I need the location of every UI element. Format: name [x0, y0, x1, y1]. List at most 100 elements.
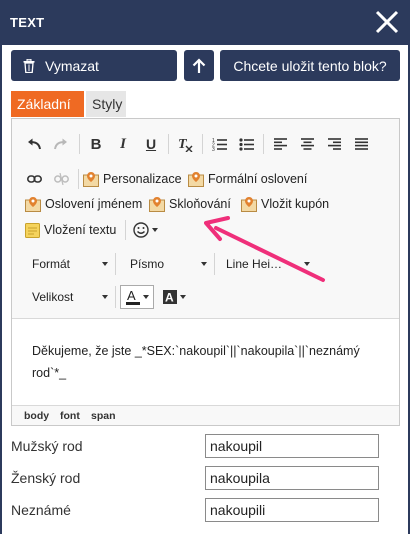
align-center-icon — [300, 138, 314, 150]
bullet-list-icon — [238, 138, 254, 151]
undo-button[interactable] — [24, 134, 44, 154]
personalization-icon — [188, 172, 204, 187]
chevron-down-icon — [304, 262, 310, 266]
personalization-icon — [149, 197, 165, 212]
link-icon — [26, 175, 42, 183]
background-color-button[interactable]: A — [159, 287, 189, 307]
bullet-list-button[interactable] — [236, 134, 256, 154]
align-left-button[interactable] — [270, 134, 290, 154]
justify-button[interactable] — [351, 134, 371, 154]
emoji-button[interactable] — [130, 220, 160, 240]
align-right-icon — [327, 138, 341, 150]
toolbar-separator — [115, 286, 116, 308]
unknown-label: Neznámé — [11, 502, 71, 518]
personalization-icon — [241, 197, 257, 212]
tab-basic[interactable]: Základní — [11, 91, 84, 117]
toolbar-separator — [202, 134, 203, 154]
align-right-button[interactable] — [324, 134, 344, 154]
italic-button[interactable]: I — [113, 134, 133, 154]
panel-title: TEXT — [10, 15, 45, 30]
bold-button[interactable]: B — [86, 134, 106, 154]
editor-content[interactable]: Děkujeme, že jste _*SEX:`nakoupil`||`nak… — [12, 320, 399, 405]
unlink-icon — [53, 173, 69, 185]
clear-button[interactable]: Vymazat — [11, 50, 177, 81]
declension-button[interactable]: Skloňování — [149, 194, 231, 214]
numbered-list-icon: 123 — [212, 138, 227, 151]
align-left-icon — [273, 138, 287, 150]
smiley-icon — [132, 222, 149, 238]
chevron-down-icon — [102, 295, 108, 299]
trash-icon — [23, 58, 35, 73]
numbered-list-button[interactable]: 123 — [209, 134, 229, 154]
text-color-button[interactable]: A — [120, 285, 154, 309]
note-icon — [25, 222, 40, 238]
svg-text:A: A — [127, 289, 136, 303]
clear-button-label: Vymazat — [45, 57, 99, 74]
insert-coupon-button[interactable]: Vložit kupón — [241, 194, 329, 214]
unknown-input[interactable] — [205, 498, 379, 522]
greeting-by-name-label: Oslovení jménem — [45, 197, 143, 211]
elements-path: body font span — [12, 405, 399, 425]
font-dropdown-label: Písmo — [130, 257, 165, 271]
path-item-span[interactable]: span — [91, 410, 116, 422]
male-input[interactable] — [205, 434, 379, 458]
font-dropdown[interactable]: Písmo — [119, 253, 209, 275]
background-color-icon: A — [162, 290, 177, 305]
text-color-icon: A — [125, 289, 140, 305]
svg-text:T: T — [178, 137, 188, 152]
female-label: Ženský rod — [11, 470, 81, 486]
female-input[interactable] — [205, 466, 379, 490]
chevron-down-icon — [179, 295, 186, 299]
chevron-down-icon — [151, 228, 158, 232]
save-block-button[interactable]: Chcete uložit tento blok? — [220, 50, 400, 81]
svg-text:3: 3 — [212, 147, 215, 151]
chevron-down-icon — [102, 262, 108, 266]
close-icon[interactable] — [374, 9, 400, 35]
path-item-body[interactable]: body — [24, 410, 49, 422]
line-height-dropdown-label: Line Hei… — [226, 257, 283, 271]
panel-header: TEXT — [0, 0, 410, 45]
greeting-by-name-button[interactable]: Oslovení jménem — [25, 194, 142, 214]
size-dropdown-label: Velikost — [32, 290, 74, 304]
arrow-up-icon — [192, 57, 206, 73]
format-dropdown-label: Formát — [32, 257, 71, 271]
chevron-down-icon — [201, 262, 207, 266]
path-item-font[interactable]: font — [60, 410, 80, 422]
align-justify-icon — [354, 138, 368, 150]
formal-greeting-button[interactable]: Formální oslovení — [188, 169, 307, 189]
rich-text-editor: B I U T 123 Personalizace Formální oslov… — [11, 118, 400, 426]
chevron-down-icon — [142, 295, 149, 299]
toolbar-separator — [79, 134, 80, 154]
toolbar-separator — [78, 169, 79, 189]
tab-styles[interactable]: Styly — [86, 91, 126, 117]
line-height-dropdown[interactable]: Line Hei… — [218, 253, 312, 275]
male-label: Mužský rod — [11, 438, 83, 454]
content-text[interactable]: Děkujeme, že jste _*SEX:`nakoupil`||`nak… — [32, 340, 382, 384]
declension-label: Skloňování — [169, 197, 231, 211]
insert-text-button[interactable]: Vložení textu — [25, 220, 116, 240]
personalization-button[interactable]: Personalizace — [83, 169, 182, 189]
insert-text-label: Vložení textu — [44, 223, 117, 237]
format-dropdown[interactable]: Formát — [20, 253, 110, 275]
personalization-icon — [83, 172, 99, 187]
link-button[interactable] — [24, 169, 44, 189]
svg-text:A: A — [165, 291, 174, 305]
editor-toolbar: B I U T 123 Personalizace Formální oslov… — [12, 119, 399, 319]
remove-format-button[interactable]: T — [175, 134, 195, 154]
size-dropdown[interactable]: Velikost — [20, 286, 110, 308]
insert-coupon-label: Vložit kupón — [261, 197, 330, 211]
redo-icon — [54, 138, 67, 150]
personalization-icon — [25, 197, 41, 212]
align-center-button[interactable] — [297, 134, 317, 154]
unlink-button[interactable] — [51, 169, 71, 189]
toolbar-separator — [168, 134, 169, 154]
personalization-label: Personalizace — [103, 172, 182, 186]
toolbar-separator — [214, 253, 215, 275]
underline-button[interactable]: U — [141, 134, 161, 154]
toolbar-separator — [263, 134, 264, 154]
undo-icon — [28, 138, 41, 150]
move-up-button[interactable] — [184, 50, 214, 81]
redo-button[interactable] — [51, 134, 71, 154]
formal-greeting-label: Formální oslovení — [208, 172, 308, 186]
toolbar-separator — [115, 253, 116, 275]
